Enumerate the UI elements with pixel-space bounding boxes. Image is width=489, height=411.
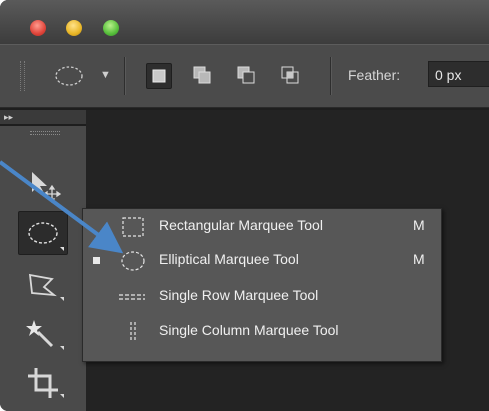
- separator: [124, 57, 126, 95]
- menu-item-label: Single Column Marquee Tool: [159, 322, 339, 338]
- add-to-selection-icon: [193, 66, 211, 84]
- elliptical-marquee-icon: [121, 251, 145, 271]
- selected-bullet-icon: [93, 257, 100, 264]
- tools-panel: [0, 140, 86, 411]
- lasso-tool[interactable]: [18, 263, 68, 307]
- single-column-marquee-icon: [130, 322, 136, 342]
- rectangular-marquee-icon: [122, 217, 144, 237]
- options-bar-grip[interactable]: [20, 61, 25, 91]
- crop-tool[interactable]: [18, 360, 68, 404]
- maximize-window-button[interactable]: [103, 20, 119, 36]
- single-row-marquee-icon: [119, 294, 145, 300]
- tools-panel-grip[interactable]: [0, 126, 86, 140]
- polygonal-lasso-icon: [28, 273, 64, 301]
- menu-item-label: Elliptical Marquee Tool: [159, 251, 299, 267]
- elliptical-marquee-tool[interactable]: [18, 211, 68, 255]
- feather-label: Feather:: [348, 67, 401, 83]
- new-selection-button[interactable]: [146, 63, 172, 89]
- tool-preset-dropdown-icon[interactable]: ▼: [100, 69, 111, 81]
- ellipse-marquee-icon: [28, 222, 64, 251]
- ellipse-marquee-icon[interactable]: [54, 65, 84, 87]
- intersect-with-selection-button[interactable]: [278, 63, 302, 87]
- menu-item-shortcut: M: [413, 251, 425, 267]
- menu-item-rectangular-marquee[interactable]: Rectangular Marquee Tool M: [83, 209, 441, 245]
- options-bar: ▼ Feather: 0 px: [0, 44, 489, 108]
- menu-item-label: Single Row Marquee Tool: [159, 287, 319, 303]
- intersect-with-selection-icon: [281, 66, 299, 84]
- new-selection-icon: [152, 69, 166, 83]
- magic-wand-icon: [26, 320, 64, 350]
- move-tool[interactable]: [18, 162, 68, 206]
- magic-wand-tool[interactable]: [18, 312, 68, 356]
- minimize-window-button[interactable]: [66, 20, 82, 36]
- feather-input[interactable]: 0 px: [428, 61, 489, 87]
- photoshop-window: ▼ Feather: 0 px ▸▸ Rectangular Marquee T…: [0, 0, 489, 411]
- title-bar: [0, 0, 489, 44]
- separator: [330, 57, 332, 95]
- tools-panel-collapse-button[interactable]: ▸▸: [0, 110, 86, 124]
- menu-item-elliptical-marquee[interactable]: Elliptical Marquee Tool M: [83, 243, 441, 279]
- crop-icon: [28, 368, 64, 398]
- add-to-selection-button[interactable]: [190, 63, 214, 87]
- menu-item-single-column-marquee[interactable]: Single Column Marquee Tool: [83, 314, 441, 350]
- move-icon: [32, 172, 62, 204]
- subtract-from-selection-icon: [237, 66, 255, 84]
- menu-item-single-row-marquee[interactable]: Single Row Marquee Tool: [83, 279, 441, 315]
- subtract-from-selection-button[interactable]: [234, 63, 258, 87]
- menu-item-shortcut: M: [413, 217, 425, 233]
- close-window-button[interactable]: [30, 20, 46, 36]
- marquee-tools-flyout-menu: Rectangular Marquee Tool M Elliptical Ma…: [82, 208, 442, 362]
- menu-item-label: Rectangular Marquee Tool: [159, 217, 323, 233]
